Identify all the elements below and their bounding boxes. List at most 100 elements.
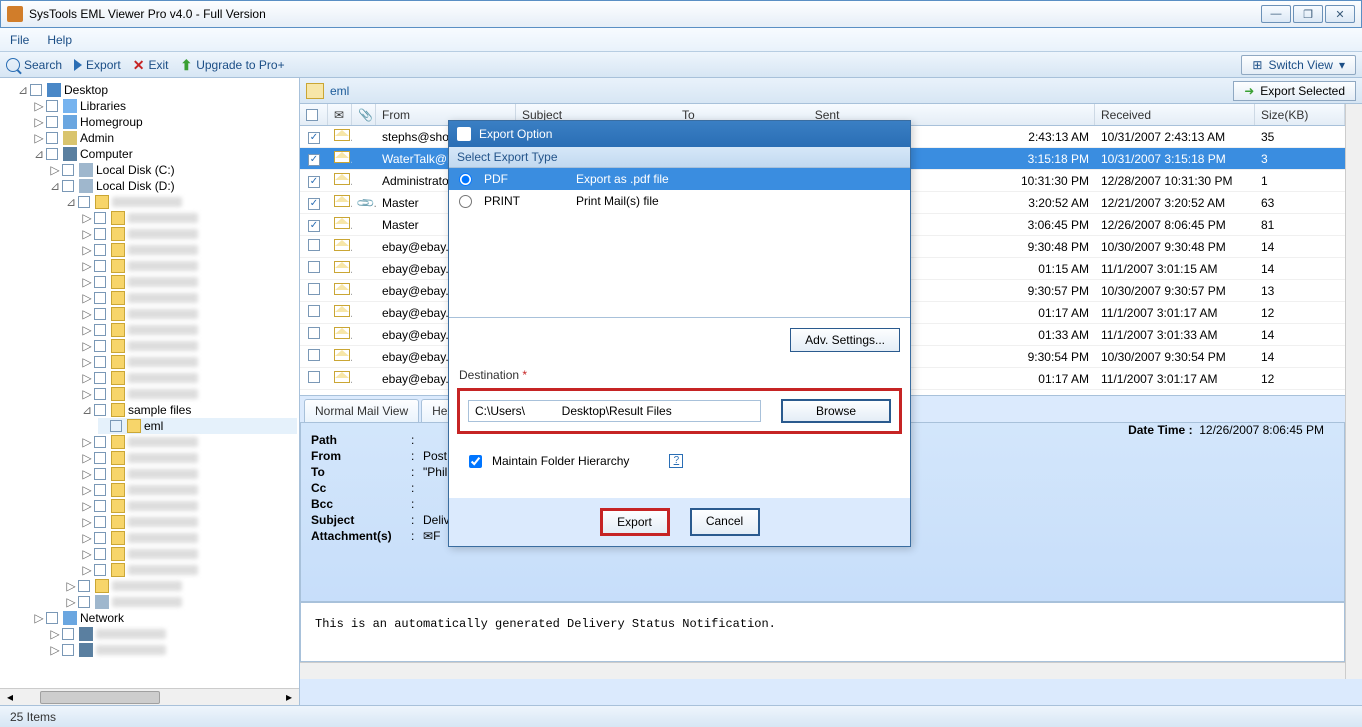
tree-libraries[interactable]: ▷Libraries bbox=[34, 98, 297, 114]
row-checkbox[interactable] bbox=[308, 154, 320, 166]
export-confirm-button[interactable]: Export bbox=[600, 508, 670, 536]
row-checkbox[interactable] bbox=[308, 198, 320, 210]
switch-view-button[interactable]: ⊞ Switch View ▾ bbox=[1241, 55, 1356, 75]
export-icon: ➜ bbox=[1244, 84, 1254, 98]
option-print[interactable]: PRINT Print Mail(s) file bbox=[449, 190, 910, 212]
row-checkbox[interactable] bbox=[308, 283, 320, 295]
upgrade-button[interactable]: ⬆Upgrade to Pro+ bbox=[180, 58, 284, 72]
export-button[interactable]: Export bbox=[74, 58, 121, 72]
radio-print[interactable] bbox=[459, 195, 472, 208]
mail-icon bbox=[334, 327, 350, 339]
grid-hscrollbar[interactable] bbox=[300, 662, 1345, 679]
tree-hscrollbar[interactable]: ◂▸ bbox=[0, 688, 299, 705]
col-received[interactable]: Received bbox=[1095, 104, 1255, 125]
cell-size: 13 bbox=[1255, 284, 1345, 298]
maximize-button[interactable]: ❐ bbox=[1293, 5, 1323, 23]
toolbar: Search Export ✕Exit ⬆Upgrade to Pro+ ⊞ S… bbox=[0, 52, 1362, 78]
export-option-dialog: Export Option Select Export Type PDF Exp… bbox=[448, 120, 911, 547]
destination-label: Destination * bbox=[449, 362, 910, 384]
tree-folder[interactable]: ▷ bbox=[82, 482, 297, 498]
tree-folder[interactable]: ▷ bbox=[82, 498, 297, 514]
row-checkbox[interactable] bbox=[308, 305, 320, 317]
tree-folder[interactable]: ▷ bbox=[82, 386, 297, 402]
row-checkbox[interactable] bbox=[308, 261, 320, 273]
tree-sample-files[interactable]: ⊿sample files bbox=[82, 402, 297, 418]
tree-disk-d[interactable]: ⊿Local Disk (D:) bbox=[50, 178, 297, 194]
tree-folder[interactable]: ▷ bbox=[82, 530, 297, 546]
tree-folder[interactable]: ▷ bbox=[82, 546, 297, 562]
menu-help[interactable]: Help bbox=[47, 33, 72, 47]
row-checkbox[interactable] bbox=[308, 176, 320, 188]
maintain-hierarchy-label: Maintain Folder Hierarchy bbox=[492, 454, 629, 468]
tree-folder[interactable]: ▷ bbox=[82, 514, 297, 530]
tree-folder[interactable]: ▷ bbox=[82, 274, 297, 290]
tree-homegroup[interactable]: ▷Homegroup bbox=[34, 114, 297, 130]
close-button[interactable]: ✕ bbox=[1325, 5, 1355, 23]
tree-folder[interactable]: ⊿ bbox=[66, 194, 297, 210]
adv-settings-button[interactable]: Adv. Settings... bbox=[790, 328, 900, 352]
tree-folder[interactable]: ▷ bbox=[82, 562, 297, 578]
tree-admin[interactable]: ▷Admin bbox=[34, 130, 297, 146]
mail-icon bbox=[334, 151, 350, 163]
tree-folder[interactable]: ▷ bbox=[82, 290, 297, 306]
row-checkbox[interactable] bbox=[308, 220, 320, 232]
tree-folder[interactable]: ▷ bbox=[82, 226, 297, 242]
tree-folder[interactable]: ▷ bbox=[66, 594, 297, 610]
tree-folder[interactable]: ▷ bbox=[82, 450, 297, 466]
tree-folder[interactable]: ▷ bbox=[82, 370, 297, 386]
tree-computer[interactable]: ⊿Computer bbox=[34, 146, 297, 162]
cell-received: 11/1/2007 3:01:17 AM bbox=[1095, 372, 1255, 386]
cell-received: 11/1/2007 3:01:15 AM bbox=[1095, 262, 1255, 276]
tree-folder[interactable]: ▷ bbox=[82, 466, 297, 482]
cancel-button[interactable]: Cancel bbox=[690, 508, 760, 536]
tree-folder[interactable]: ▷ bbox=[82, 306, 297, 322]
tree-folder[interactable]: ▷ bbox=[82, 242, 297, 258]
menu-file[interactable]: File bbox=[10, 33, 29, 47]
maintain-hierarchy-checkbox[interactable] bbox=[469, 455, 482, 468]
tree-folder[interactable]: ▷ bbox=[50, 642, 297, 658]
cell-size: 12 bbox=[1255, 372, 1345, 386]
tree-desktop[interactable]: ⊿Desktop bbox=[18, 82, 297, 98]
search-button[interactable]: Search bbox=[6, 58, 62, 72]
vscrollbar[interactable] bbox=[1345, 104, 1362, 679]
row-checkbox[interactable] bbox=[308, 327, 320, 339]
row-checkbox[interactable] bbox=[308, 239, 320, 251]
destination-input[interactable] bbox=[468, 400, 761, 422]
cell-size: 3 bbox=[1255, 152, 1345, 166]
tree-folder[interactable]: ▷ bbox=[82, 338, 297, 354]
browse-button[interactable]: Browse bbox=[781, 399, 891, 423]
col-attachment[interactable]: 📎 bbox=[352, 104, 376, 125]
radio-pdf[interactable] bbox=[459, 173, 472, 186]
preview-datetime: Date Time : 12/26/2007 8:06:45 PM bbox=[1128, 423, 1324, 437]
tree-network[interactable]: ▷Network bbox=[34, 610, 297, 626]
mail-body: This is an automatically generated Deliv… bbox=[300, 602, 1345, 662]
tree-folder[interactable]: ▷ bbox=[82, 434, 297, 450]
exit-button[interactable]: ✕Exit bbox=[133, 58, 169, 72]
export-selected-button[interactable]: ➜Export Selected bbox=[1233, 81, 1356, 101]
tree-folder[interactable]: ▷ bbox=[82, 210, 297, 226]
window-title: SysTools EML Viewer Pro v4.0 - Full Vers… bbox=[29, 7, 266, 21]
attachment-icon: 📎 bbox=[355, 196, 375, 210]
help-link[interactable]: ? bbox=[669, 454, 683, 468]
tab-normal[interactable]: Normal Mail View bbox=[304, 399, 419, 422]
mail-icon bbox=[334, 261, 350, 273]
row-checkbox[interactable] bbox=[308, 132, 320, 144]
tree-folder[interactable]: ▷ bbox=[82, 322, 297, 338]
row-checkbox[interactable] bbox=[308, 349, 320, 361]
tree-disk-c[interactable]: ▷Local Disk (C:) bbox=[50, 162, 297, 178]
minimize-button[interactable]: — bbox=[1261, 5, 1291, 23]
tree-folder[interactable]: ▷ bbox=[82, 354, 297, 370]
tree-folder[interactable]: ▷ bbox=[50, 626, 297, 642]
tree-eml[interactable]: eml bbox=[98, 418, 297, 434]
tree-folder[interactable]: ▷ bbox=[82, 258, 297, 274]
option-pdf[interactable]: PDF Export as .pdf file bbox=[449, 168, 910, 190]
tree-folder[interactable]: ▷ bbox=[66, 578, 297, 594]
col-size[interactable]: Size(KB) bbox=[1255, 104, 1345, 125]
app-icon bbox=[7, 6, 23, 22]
select-all-checkbox[interactable] bbox=[306, 109, 318, 121]
folder-tree-panel: ⊿Desktop ▷Libraries ▷Homegroup ▷Admin ⊿C… bbox=[0, 78, 300, 705]
col-icon[interactable]: ✉ bbox=[328, 104, 352, 125]
dialog-icon bbox=[457, 127, 471, 141]
row-checkbox[interactable] bbox=[308, 371, 320, 383]
cell-size: 81 bbox=[1255, 218, 1345, 232]
